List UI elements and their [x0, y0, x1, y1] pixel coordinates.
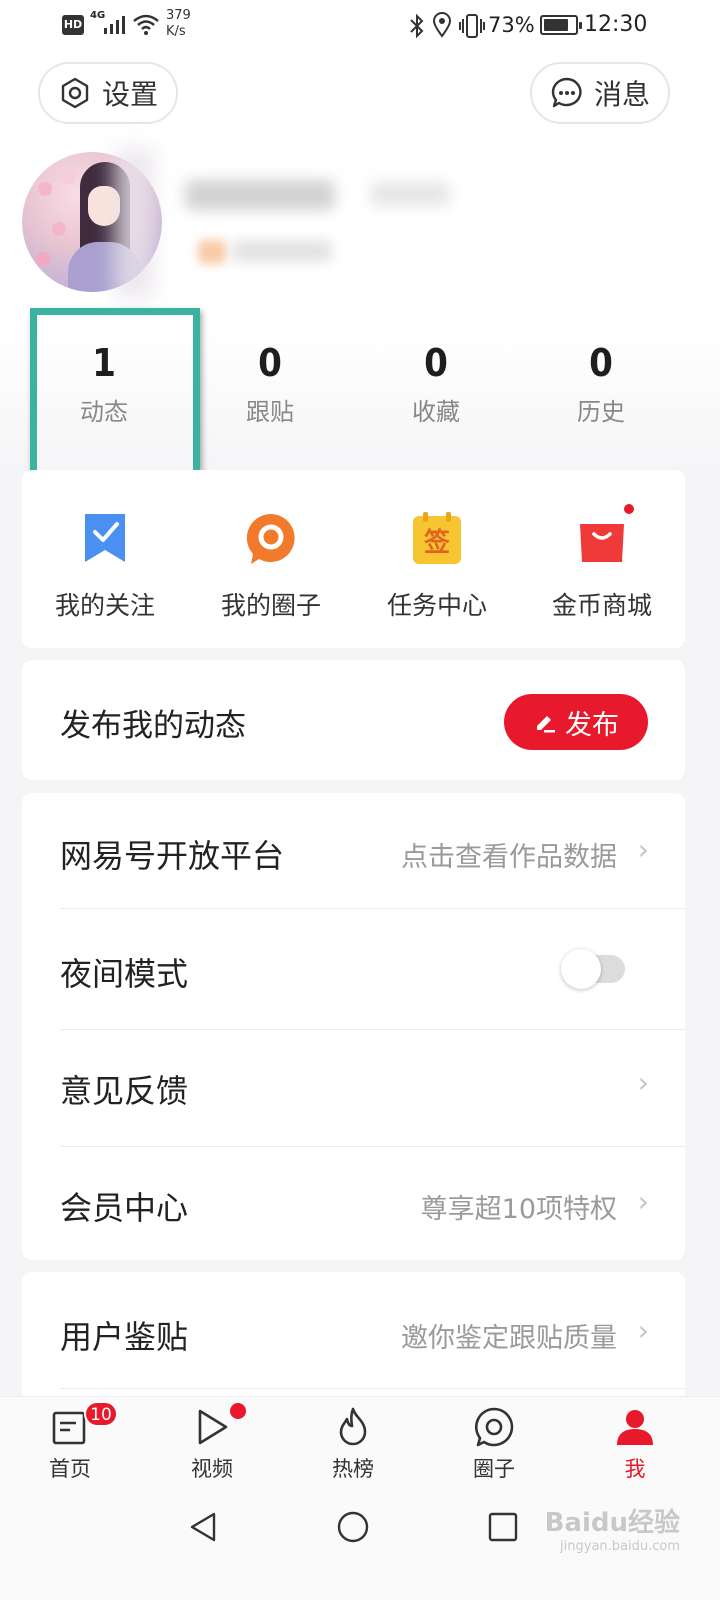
settings-label: 设置	[102, 78, 159, 111]
menu-item-title: 夜间模式	[60, 955, 189, 993]
messages-button[interactable]: 消息	[530, 62, 671, 124]
status-bar: HD 4G 379 K/s 73% 12:30	[0, 0, 720, 52]
circle-icon	[475, 1407, 514, 1447]
notification-dot	[622, 502, 636, 516]
avatar-edge-blur	[114, 148, 154, 298]
stat-value: 0	[589, 341, 613, 385]
settings-menu-2: 用户鉴贴 邀你鉴定跟贴质量 ›	[22, 1272, 685, 1402]
tab-circles[interactable]: 圈子	[434, 1405, 554, 1483]
menu-item-feedback[interactable]: 意见反馈 ›	[22, 1030, 685, 1148]
speed-value: 379	[166, 8, 191, 23]
signal-icon	[104, 16, 125, 34]
chevron-right-icon: ›	[637, 1314, 649, 1347]
watermark-url: jingyan.baidu.com	[560, 1539, 680, 1554]
notification-badge: 10	[84, 1401, 118, 1427]
publish-button[interactable]: 发布	[504, 694, 648, 750]
sign-in-calendar-icon: 签	[409, 510, 465, 566]
menu-item-member-center[interactable]: 会员中心 尊享超10项特权 ›	[22, 1147, 685, 1265]
menu-item-subtitle: 尊享超10项特权	[420, 1194, 617, 1225]
battery-icon	[540, 15, 582, 35]
quick-action-following[interactable]: 我的关注	[22, 510, 188, 622]
stat-history[interactable]: 0 历史	[521, 338, 681, 427]
bottom-nav: 10 首页 视频 热榜 圈子 我	[0, 1396, 720, 1492]
notification-dot	[230, 1403, 246, 1419]
stat-comments[interactable]: 0 跟贴	[190, 338, 350, 427]
tab-me[interactable]: 我	[575, 1405, 695, 1483]
chevron-right-icon: ›	[637, 1185, 649, 1218]
night-mode-toggle[interactable]	[561, 949, 625, 989]
pencil-icon	[537, 716, 555, 733]
divider	[60, 1388, 685, 1389]
toggle-knob	[561, 949, 601, 989]
vibrate-icon	[459, 14, 485, 38]
quick-action-coin-mall[interactable]: 金币商城	[519, 502, 685, 622]
quick-actions-card: 我的关注 我的圈子 签 任务中心 金币商城	[22, 470, 685, 648]
quick-action-label: 金币商城	[551, 591, 652, 620]
menu-item-netease-platform[interactable]: 网易号开放平台 点击查看作品数据 ›	[22, 793, 685, 911]
menu-item-title: 会员中心	[60, 1189, 189, 1227]
tab-label: 热榜	[332, 1457, 374, 1481]
network-speed: 379 K/s	[166, 8, 191, 40]
chevron-right-icon: ›	[637, 1066, 649, 1099]
shopping-bag-icon	[574, 502, 636, 566]
tab-label: 首页	[49, 1457, 91, 1481]
username-redacted[interactable]	[185, 180, 335, 210]
user-badge-redacted	[198, 240, 226, 264]
user-info-redacted	[232, 240, 332, 262]
recents-icon[interactable]	[486, 1510, 520, 1544]
gear-icon	[61, 77, 89, 109]
stat-label: 跟贴	[246, 398, 294, 426]
quick-action-circles[interactable]: 我的圈子	[188, 510, 354, 622]
speed-unit: K/s	[166, 24, 186, 39]
messages-label: 消息	[594, 78, 651, 111]
flame-icon	[339, 1407, 367, 1446]
circle-chat-icon	[243, 510, 299, 566]
location-icon	[432, 12, 452, 38]
menu-item-night-mode[interactable]: 夜间模式	[22, 909, 685, 1027]
stat-favorites[interactable]: 0 收藏	[356, 338, 516, 427]
stat-label: 收藏	[412, 398, 460, 426]
battery-percent: 73%	[488, 13, 535, 37]
person-icon	[617, 1410, 653, 1445]
hd-indicator: HD	[62, 15, 84, 35]
quick-action-label: 我的关注	[54, 591, 155, 620]
menu-item-subtitle: 邀你鉴定跟贴质量	[401, 1323, 617, 1354]
settings-menu: 网易号开放平台 点击查看作品数据 › 夜间模式 意见反馈 › 会员中心 尊享超1…	[22, 793, 685, 1260]
menu-item-user-review[interactable]: 用户鉴贴 邀你鉴定跟贴质量 ›	[22, 1272, 685, 1390]
settings-button[interactable]: 设置	[38, 62, 179, 124]
chevron-right-icon: ›	[637, 833, 649, 866]
tab-hot[interactable]: 热榜	[293, 1405, 413, 1483]
menu-item-title: 网易号开放平台	[60, 837, 285, 875]
wifi-icon	[133, 14, 159, 35]
menu-item-title: 用户鉴贴	[60, 1318, 189, 1356]
stat-value: 0	[424, 341, 448, 385]
menu-item-title: 意见反馈	[60, 1072, 189, 1110]
publish-button-label: 发布	[565, 709, 619, 741]
highlight-annotation-box	[30, 308, 200, 494]
baidu-watermark: Baidu经验 jingyan.baidu.com	[545, 1502, 680, 1554]
calendar-icon-text: 签	[423, 528, 450, 558]
chat-bubble-icon	[551, 77, 582, 108]
menu-item-subtitle: 点击查看作品数据	[401, 842, 617, 873]
back-icon[interactable]	[186, 1510, 220, 1544]
bluetooth-icon	[410, 13, 424, 39]
stat-value: 0	[258, 341, 282, 385]
play-icon	[198, 1409, 228, 1445]
stat-label: 历史	[577, 398, 625, 426]
bookmark-check-icon	[77, 510, 133, 566]
quick-action-label: 我的圈子	[220, 591, 321, 620]
user-level-redacted	[370, 182, 450, 206]
publish-card: 发布我的动态 发布	[22, 660, 685, 780]
watermark-text: Baidu经验	[544, 1508, 680, 1538]
publish-title: 发布我的动态	[60, 708, 246, 744]
quick-action-task-center[interactable]: 签 任务中心	[354, 510, 520, 622]
tab-label: 圈子	[473, 1457, 515, 1481]
clock: 12:30	[584, 12, 648, 37]
tab-home[interactable]: 10 首页	[10, 1401, 130, 1483]
home-icon[interactable]	[336, 1510, 370, 1544]
tab-label: 我	[624, 1457, 646, 1481]
tab-label: 视频	[191, 1457, 233, 1481]
quick-action-label: 任务中心	[386, 591, 487, 620]
tab-video[interactable]: 视频	[152, 1403, 272, 1483]
